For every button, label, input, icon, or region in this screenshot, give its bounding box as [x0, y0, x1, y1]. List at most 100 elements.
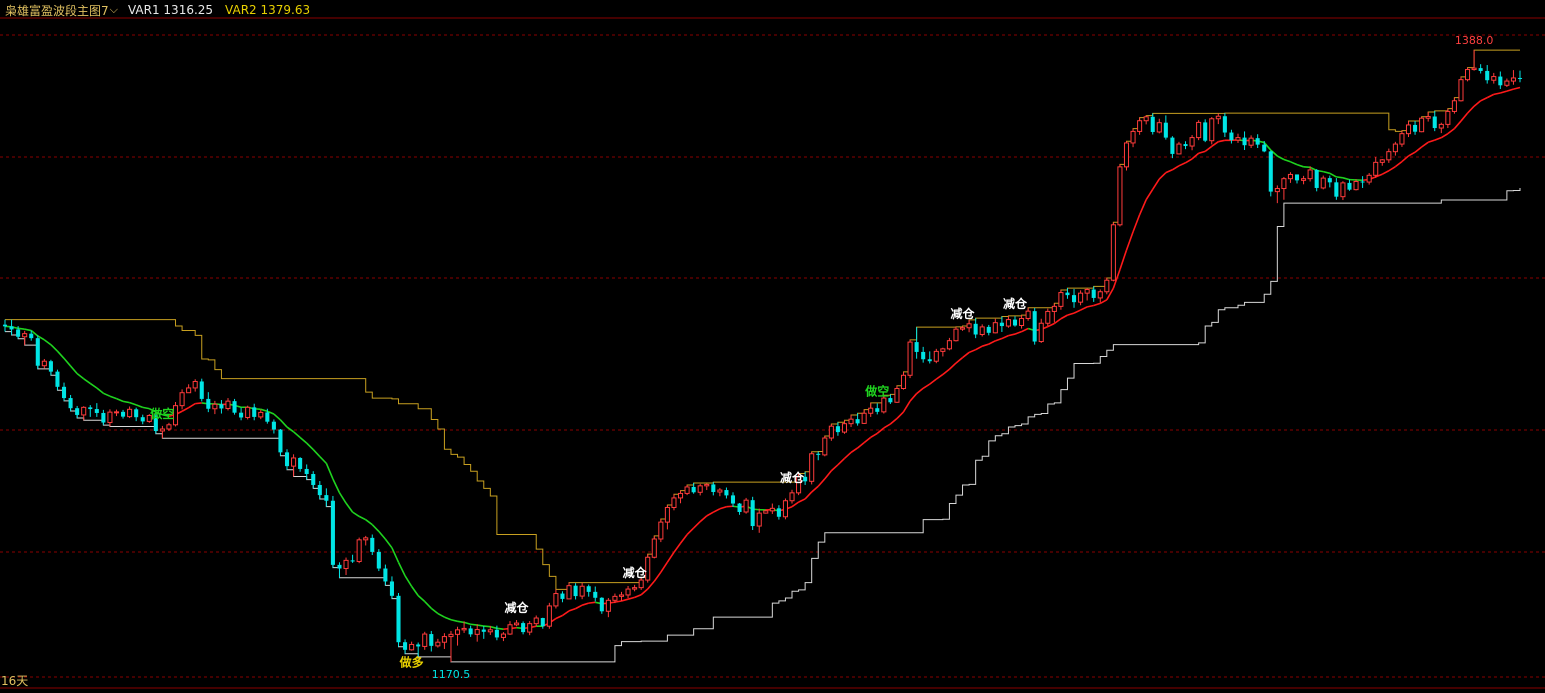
candle-body	[737, 503, 742, 512]
ma-segment	[1296, 163, 1304, 168]
candle-body	[376, 551, 381, 569]
signal-label: 做多	[399, 655, 424, 670]
ma-segment	[1093, 302, 1101, 307]
ma-segment	[89, 382, 98, 389]
candle-body	[1110, 224, 1116, 281]
candle-body	[1078, 292, 1084, 303]
ma-segment	[1178, 162, 1186, 167]
candle-body	[22, 333, 28, 338]
candle-body	[730, 495, 736, 504]
candle-body	[9, 326, 14, 330]
ma-segment	[699, 515, 708, 523]
candle-body	[1262, 144, 1267, 152]
ma-segment	[1434, 136, 1442, 141]
candle-body	[1123, 142, 1130, 168]
ma-segment	[883, 423, 891, 429]
ma-segment	[837, 457, 846, 466]
candle-body	[186, 387, 192, 394]
ma-segment	[188, 402, 196, 409]
ma-segment	[404, 575, 413, 587]
candle-body	[1215, 115, 1221, 120]
candle-body	[1334, 182, 1339, 197]
candle-body	[973, 323, 978, 335]
candle-body	[1458, 79, 1464, 102]
candle-body	[343, 559, 349, 570]
ma-segment	[653, 571, 662, 582]
ma-segment	[712, 508, 721, 513]
candle-body	[1051, 305, 1057, 312]
candle-body	[1307, 169, 1313, 180]
ma-segment	[135, 404, 144, 409]
ma-segment	[1493, 92, 1501, 96]
candle-body	[1438, 123, 1444, 129]
ma-segment	[798, 498, 806, 503]
candle-body	[337, 564, 342, 569]
ma-segment	[378, 530, 386, 540]
ma-segment	[1486, 93, 1495, 99]
candle-body	[684, 486, 690, 494]
candle-body	[356, 539, 362, 562]
ma-segment	[1211, 141, 1219, 147]
candle-body	[350, 560, 355, 562]
ma-segment	[791, 501, 800, 508]
candle-body	[809, 453, 815, 482]
candle-body	[1504, 80, 1510, 86]
candle-body	[566, 585, 572, 600]
candle-body	[219, 404, 224, 409]
ma-segment	[103, 392, 111, 397]
ma-segment	[948, 362, 957, 370]
candle-body	[330, 500, 335, 565]
candle-body	[1229, 132, 1234, 141]
ma-segment	[1427, 139, 1435, 144]
candle-body	[245, 406, 251, 418]
ma-segment	[857, 441, 865, 449]
candle-body	[1320, 177, 1326, 189]
candle-body	[1301, 178, 1307, 181]
candle-body	[677, 492, 684, 499]
ma-segment	[437, 612, 445, 618]
candle-body	[664, 506, 670, 523]
ma-segment	[273, 413, 281, 421]
candle-body	[782, 500, 788, 518]
candle-body	[1314, 169, 1319, 188]
ma-segment	[1060, 314, 1068, 320]
candlestick-chart[interactable]: 1388.01170.5做空减仓做多减仓减仓做空减仓减仓	[0, 0, 1545, 693]
candle-body	[101, 412, 106, 423]
candle-body	[48, 361, 53, 372]
candle-body	[579, 585, 585, 597]
candle-body	[507, 624, 513, 635]
signal-label: 减仓	[505, 600, 530, 615]
ma-segment	[1067, 312, 1075, 316]
candle-body	[573, 585, 578, 597]
support-line	[5, 187, 1521, 663]
candle-body	[258, 411, 264, 418]
ma-segment	[647, 580, 655, 590]
resistance-line	[5, 49, 1520, 590]
ma-segment	[968, 348, 976, 354]
candle-body	[454, 629, 461, 635]
ma-segment	[319, 456, 327, 464]
candle-body	[1065, 292, 1070, 296]
candle-body	[540, 618, 545, 627]
candle-body	[1471, 67, 1477, 71]
candle-body	[199, 381, 204, 399]
ma-segment	[306, 442, 314, 451]
candle-body	[298, 457, 303, 469]
ma-segment	[181, 406, 190, 412]
ma-segment	[830, 464, 839, 472]
ma-segment	[988, 340, 996, 345]
ma-segment	[332, 478, 341, 494]
ma-segment	[896, 411, 905, 420]
candle-body	[914, 342, 919, 352]
candle-body	[121, 411, 126, 417]
candle-body	[232, 401, 237, 413]
ma-segment	[575, 604, 583, 610]
ma-segment	[483, 625, 491, 628]
candle-body	[1281, 178, 1287, 190]
candle-body	[697, 485, 703, 493]
ma-segment	[935, 373, 944, 380]
candle-body	[1392, 143, 1398, 153]
ma-segment	[555, 614, 563, 620]
candle-body	[422, 633, 428, 647]
ma-segment	[962, 351, 970, 359]
